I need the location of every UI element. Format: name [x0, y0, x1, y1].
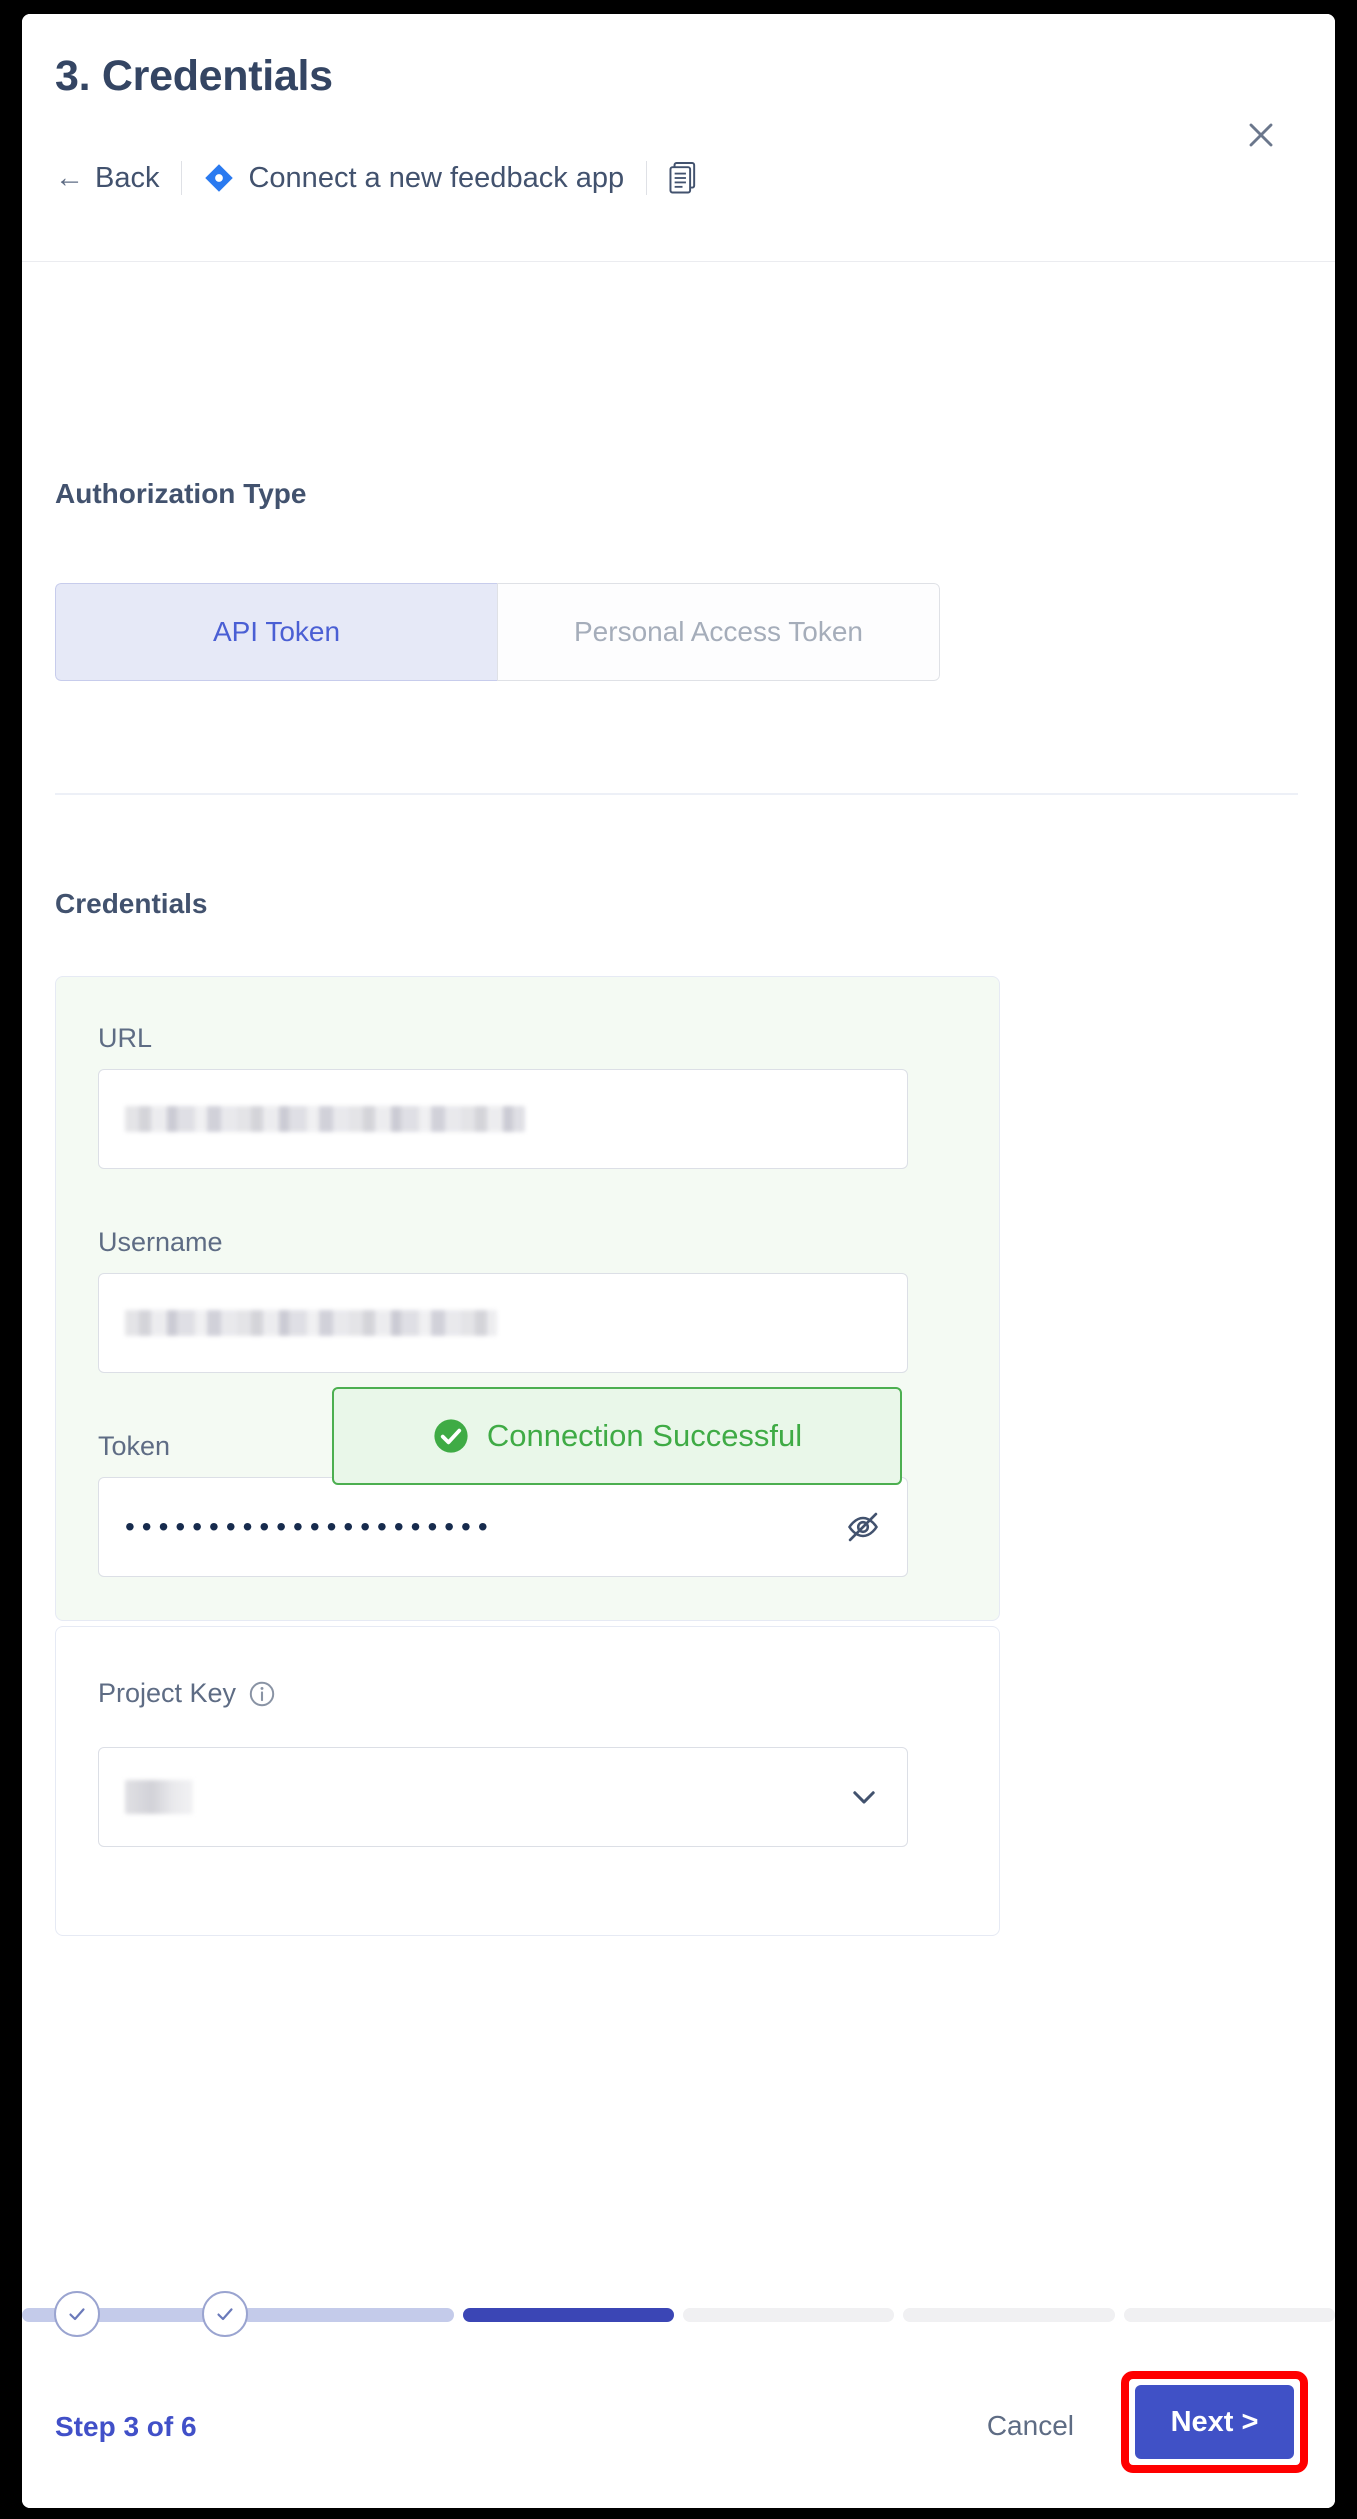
page-title: 3. Credentials [55, 52, 333, 100]
project-key-card: Project Key [55, 1626, 1000, 1936]
url-input[interactable] [98, 1069, 908, 1169]
breadcrumb-divider-2 [646, 161, 648, 195]
step-segment-2 [242, 2308, 454, 2322]
chevron-down-icon[interactable] [847, 1780, 881, 1814]
username-input[interactable] [98, 1273, 908, 1373]
section-divider [55, 793, 1298, 795]
modal-footer: Step 3 of 6 Cancel Next > [22, 2263, 1335, 2508]
step-segment-4 [682, 2308, 895, 2322]
username-redacted-value [125, 1310, 497, 1336]
modal-header: 3. Credentials ← Back Connect a new feed… [22, 14, 1335, 262]
auth-option-api-token[interactable]: API Token [55, 583, 497, 681]
screen-root: 3. Credentials ← Back Connect a new feed… [0, 0, 1357, 2519]
breadcrumb-app-link[interactable]: Connect a new feedback app [204, 162, 624, 195]
step-complete-indicator-2 [202, 2291, 248, 2337]
copy-document-icon[interactable] [669, 162, 696, 194]
breadcrumb-divider-1 [181, 161, 183, 195]
check-circle-icon [432, 1417, 470, 1455]
project-key-label: Project Key [98, 1678, 237, 1708]
next-button[interactable]: Next > [1135, 2385, 1294, 2459]
token-label: Token [98, 1431, 171, 1461]
modal-body: Authorization Type API Token Personal Ac… [22, 263, 1335, 2273]
step-complete-indicator-1 [54, 2291, 100, 2337]
authorization-type-segmented-control: API Token Personal Access Token [55, 583, 940, 681]
step-segment-6 [1123, 2308, 1335, 2322]
step-counter-label: Step 3 of 6 [55, 2411, 197, 2442]
token-masked-value: •••••••••••••••••••••• [125, 1511, 495, 1542]
info-icon[interactable] [248, 1680, 276, 1708]
back-arrow-icon: ← [55, 161, 84, 194]
breadcrumb-app-label: Connect a new feedback app [248, 161, 625, 194]
back-label: Back [95, 161, 160, 194]
next-button-wrapper: Next > [1121, 2371, 1308, 2473]
step-segment-5 [903, 2308, 1115, 2322]
username-label: Username [98, 1227, 223, 1257]
credentials-card: URL Username Token •••••••••••••••••••••… [55, 976, 1000, 1621]
project-key-label-row: Project Key [98, 1678, 276, 1709]
breadcrumb: ← Back Connect a new feedback app [55, 156, 696, 200]
status-badge-label: Connection Successful [486, 1418, 803, 1453]
token-input[interactable]: •••••••••••••••••••••• [98, 1477, 908, 1577]
eye-off-icon[interactable] [845, 1509, 881, 1545]
credentials-modal: 3. Credentials ← Back Connect a new feed… [22, 14, 1335, 2508]
authorization-type-title: Authorization Type [55, 478, 307, 509]
close-icon[interactable] [1235, 109, 1287, 161]
status-badge: Connection Successful [332, 1387, 902, 1485]
back-button[interactable]: ← Back [55, 162, 159, 195]
project-key-redacted-value [125, 1780, 193, 1814]
step-segment-3 [462, 2308, 674, 2322]
url-label: URL [98, 1023, 153, 1053]
credentials-title: Credentials [55, 888, 208, 919]
auth-option-personal-access-token[interactable]: Personal Access Token [497, 583, 940, 681]
cancel-button[interactable]: Cancel [987, 2410, 1074, 2442]
jira-diamond-icon [204, 163, 234, 193]
url-redacted-value [125, 1106, 525, 1132]
project-key-select[interactable] [98, 1747, 908, 1847]
